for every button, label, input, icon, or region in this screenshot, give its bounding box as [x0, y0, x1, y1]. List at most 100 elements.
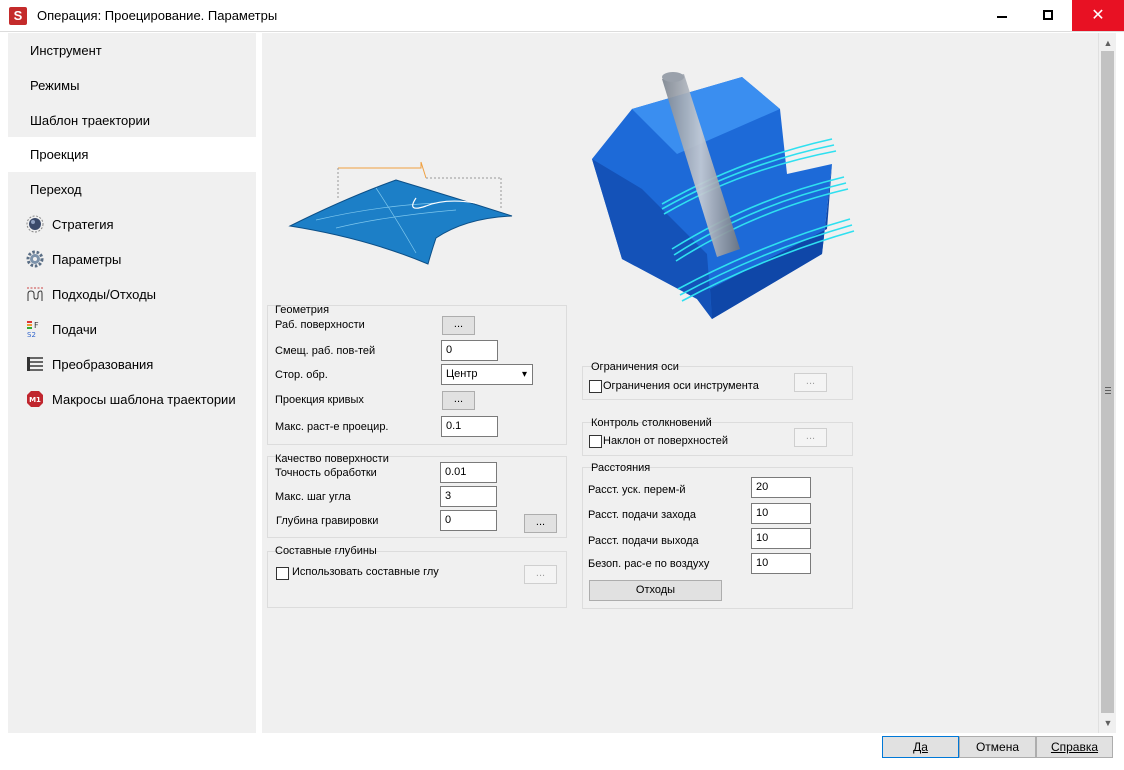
app-logo-icon: S	[9, 7, 27, 25]
tool-axis-limits-checkbox[interactable]	[589, 380, 602, 393]
sidebar-item-label: Шаблон траектории	[30, 113, 151, 128]
approach-feed-distance-label: Расст. подачи захода	[588, 509, 697, 521]
sidebar-item-label: Параметры	[52, 252, 122, 267]
retract-feed-distance-label: Расст. подачи выхода	[588, 535, 699, 547]
maximize-button[interactable]	[1025, 0, 1072, 31]
max-projection-distance-input[interactable]: 0.1	[441, 416, 498, 437]
sidebar-item-label: Инструмент	[30, 43, 102, 58]
sidebar-item-modes[interactable]: Режимы	[8, 68, 256, 103]
collision-control-button[interactable]: ...	[794, 428, 827, 447]
sidebar-item-tool[interactable]: Инструмент	[8, 33, 256, 68]
cancel-button-label: Отмена	[975, 740, 1020, 754]
approach-feed-distance-input[interactable]: 10	[751, 503, 811, 524]
tilt-from-surfaces-checkbox[interactable]	[589, 435, 602, 448]
minimize-button[interactable]	[978, 0, 1025, 31]
sidebar-item-feeds[interactable]: F S2 Подачи	[8, 312, 256, 347]
engrave-depth-input[interactable]: 0	[440, 510, 497, 531]
sidebar-item-label: Преобразования	[52, 357, 154, 372]
svg-text:F: F	[34, 321, 39, 330]
dialog-footer: Да Отмена Справка	[0, 733, 1124, 770]
sidebar-item-approaches[interactable]: Подходы/Отходы	[8, 277, 256, 312]
chevron-down-icon: ▾	[521, 369, 527, 380]
use-composite-depths-label: Использовать составные глу	[292, 566, 439, 578]
cancel-button[interactable]: Отмена	[959, 736, 1036, 758]
curves-projection-button[interactable]: ...	[442, 391, 475, 410]
collision-control-group: Контроль столкновений Наклон от поверхно…	[582, 417, 853, 456]
tool-axis-limits-label: Ограничения оси инструмента	[603, 380, 759, 392]
scroll-down-icon[interactable]: ▼	[1099, 715, 1117, 731]
sidebar-item-path-template[interactable]: Шаблон траектории	[8, 103, 256, 138]
work-surfaces-button[interactable]: ...	[442, 316, 475, 335]
tilt-from-surfaces-label: Наклон от поверхностей	[603, 435, 729, 447]
work-surfaces-label: Раб. поверхности	[275, 319, 365, 331]
sidebar-item-parameters[interactable]: Параметры	[8, 242, 256, 277]
sidebar-item-label: Макросы шаблона траектории	[52, 392, 236, 407]
help-button[interactable]: Справка	[1036, 736, 1113, 758]
sidebar-item-transformations[interactable]: Преобразования	[8, 347, 256, 382]
distances-title: Расстояния	[591, 462, 651, 474]
curves-projection-label: Проекция кривых	[275, 394, 364, 406]
composite-depths-button[interactable]: ...	[524, 565, 557, 584]
axis-limits-title: Ограничения оси	[591, 361, 679, 373]
rapid-distance-label: Расст. уск. перем-й	[588, 484, 686, 496]
axis-limits-button[interactable]: ...	[794, 373, 827, 392]
sidebar-item-label: Подачи	[52, 322, 97, 337]
sidebar-item-label: Проекция	[30, 147, 89, 162]
accuracy-label: Точность обработки	[275, 467, 377, 479]
geometry-group: Геометрия Раб. поверхности ... Смещ. раб…	[267, 304, 567, 445]
geometry-title: Геометрия	[275, 304, 330, 316]
surface-quality-title: Качество поверхности	[275, 453, 389, 465]
distances-group: Расстояния Расст. уск. перем-й 20 Расст.…	[582, 462, 853, 609]
gear-icon	[26, 250, 44, 268]
macro-icon: M1	[27, 391, 43, 407]
safe-air-distance-label: Безоп. рас-е по воздуху	[588, 558, 710, 570]
transform-icon	[27, 357, 43, 371]
ok-button-label: Да	[913, 740, 928, 754]
axis-limits-group: Ограничения оси Ограничения оси инструме…	[582, 361, 853, 400]
rapid-distance-input[interactable]: 20	[751, 477, 811, 498]
sidebar-item-label: Подходы/Отходы	[52, 287, 157, 302]
sidebar-item-transition[interactable]: Переход	[8, 172, 256, 207]
side-label: Стор. обр.	[275, 369, 328, 381]
minimize-icon	[997, 16, 1007, 18]
title-bar: S Операция: Проецирование. Параметры ✕	[0, 0, 1124, 32]
side-select[interactable]: Центр ▾	[441, 364, 533, 385]
grip-icon	[1105, 387, 1111, 394]
window-title: Операция: Проецирование. Параметры	[37, 8, 278, 23]
composite-depths-title: Составные глубины	[275, 545, 377, 557]
approach-icon	[27, 287, 43, 301]
sidebar-item-label: Режимы	[30, 78, 80, 93]
sidebar-item-strategy[interactable]: Стратегия	[8, 207, 256, 242]
engrave-depth-label: Глубина гравировки	[276, 515, 379, 527]
close-icon: ✕	[1091, 7, 1105, 24]
projection-surface-illustration	[288, 161, 513, 265]
side-select-value: Центр	[446, 368, 478, 380]
close-button[interactable]: ✕	[1072, 0, 1124, 31]
safe-air-distance-input[interactable]: 10	[751, 553, 811, 574]
collision-control-title: Контроль столкновений	[591, 417, 712, 429]
maximize-icon	[1043, 10, 1053, 20]
offset-input[interactable]: 0	[441, 340, 498, 361]
max-angle-step-input[interactable]: 3	[440, 486, 497, 507]
retract-feed-distance-input[interactable]: 10	[751, 528, 811, 549]
ok-button[interactable]: Да	[882, 736, 959, 758]
sidebar-item-projection[interactable]: Проекция	[8, 137, 256, 172]
feed-icon: F S2	[27, 321, 39, 338]
max-angle-step-label: Макс. шаг угла	[275, 491, 351, 503]
scroll-thumb[interactable]	[1101, 51, 1114, 713]
content-panel: Геометрия Раб. поверхности ... Смещ. раб…	[262, 33, 1098, 733]
use-composite-depths-checkbox[interactable]	[276, 567, 289, 580]
accuracy-input[interactable]: 0.01	[440, 462, 497, 483]
sidebar-item-macros[interactable]: M1 Макросы шаблона траектории	[8, 382, 256, 417]
sidebar: Инструмент Режимы Шаблон траектории Прое…	[8, 33, 256, 733]
sidebar-item-label: Стратегия	[52, 217, 114, 232]
svg-text:S2: S2	[27, 331, 36, 338]
vertical-scrollbar[interactable]: ▲ ▼	[1098, 33, 1116, 733]
engrave-depth-button[interactable]: ...	[524, 514, 557, 533]
scroll-up-icon[interactable]: ▲	[1099, 35, 1117, 51]
surface-quality-group: Качество поверхности Точность обработки …	[267, 453, 567, 538]
retracts-button[interactable]: Отходы	[589, 580, 722, 601]
sidebar-item-label: Переход	[30, 182, 82, 197]
composite-depths-group: Составные глубины Использовать составные…	[267, 545, 567, 608]
sphere-icon	[26, 215, 44, 233]
